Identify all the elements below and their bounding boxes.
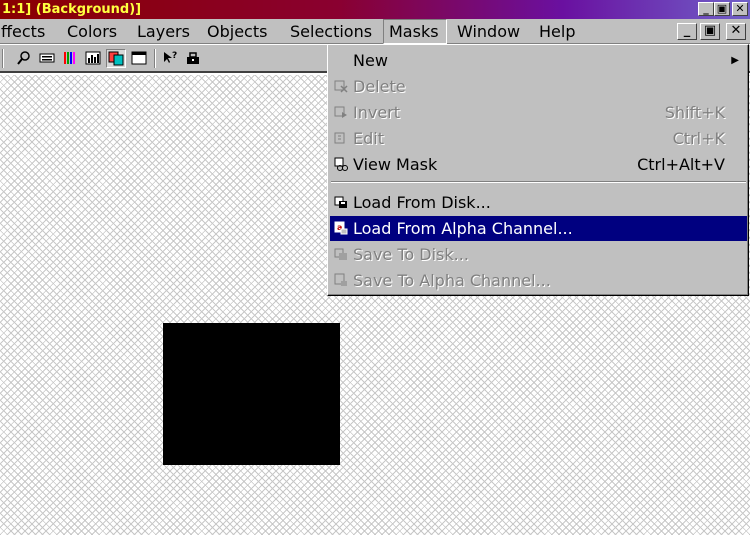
toolbox-icon[interactable] (183, 49, 203, 68)
menu-selections-label: Selections (290, 22, 373, 41)
menu-item-invert-label: Invert (353, 103, 401, 122)
delete-mask-icon (334, 79, 348, 93)
window-title: 1:1] (Background)] (2, 2, 142, 17)
menu-window[interactable]: Window (452, 19, 525, 44)
menu-item-view-mask[interactable]: View Mask Ctrl+Alt+V (330, 152, 747, 177)
menu-colors-label: Colors (67, 22, 118, 41)
menu-item-delete-label: Delete (353, 77, 406, 96)
black-rectangle-shape (163, 323, 340, 465)
masks-menu: New ▶ Delete Invert Shift+K Edit Ctrl+K … (327, 44, 749, 296)
restore-button[interactable]: ▣ (714, 2, 730, 16)
toolbar-separator (154, 49, 156, 68)
edit-mask-icon (334, 131, 348, 145)
menu-colors[interactable]: Colors (62, 19, 122, 44)
save-to-alpha-channel-icon (334, 273, 348, 287)
menu-objects-label: Objects (207, 22, 268, 41)
menu-separator (331, 181, 746, 183)
layers-icon[interactable] (106, 49, 126, 68)
save-to-disk-icon (334, 247, 348, 261)
menu-layers[interactable]: Layers (132, 19, 195, 44)
load-from-alpha-channel-icon: a (334, 221, 348, 235)
magnifier-icon[interactable] (14, 49, 34, 68)
submenu-arrow-icon: ▶ (731, 55, 739, 66)
keyboard-icon[interactable] (37, 49, 57, 68)
menu-masks-label: Masks (389, 22, 439, 41)
color-bars-icon[interactable] (60, 49, 80, 68)
help-pointer-icon[interactable]: ? (160, 49, 180, 68)
menu-item-view-mask-shortcut: Ctrl+Alt+V (637, 155, 725, 174)
window-icon[interactable] (129, 49, 149, 68)
menu-item-load-from-alpha-channel-label: Load From Alpha Channel... (353, 219, 573, 238)
menu-bar: ffects Colors Layers Objects Selections … (0, 19, 750, 44)
doc-minimize-button[interactable]: _ (677, 23, 697, 40)
menu-item-edit-label: Edit (353, 129, 384, 148)
load-from-disk-icon (334, 195, 348, 209)
menu-masks[interactable]: Masks (383, 19, 447, 44)
menu-objects[interactable]: Objects (202, 19, 272, 44)
menu-selections[interactable]: Selections (285, 19, 377, 44)
menu-item-load-from-alpha-channel[interactable]: a Load From Alpha Channel... (330, 216, 747, 241)
menu-item-edit-shortcut: Ctrl+K (672, 129, 725, 148)
menu-item-load-from-disk[interactable]: Load From Disk... (330, 190, 747, 215)
menu-item-load-from-disk-label: Load From Disk... (353, 193, 491, 212)
close-button[interactable]: ✕ (732, 2, 748, 16)
menu-item-save-to-disk[interactable]: Save To Disk... (330, 242, 747, 267)
toolbar-separator (2, 49, 4, 68)
menu-effects-label: ffects (1, 22, 46, 41)
menu-item-save-to-disk-label: Save To Disk... (353, 245, 469, 264)
menu-item-delete[interactable]: Delete (330, 74, 747, 99)
doc-close-button[interactable]: ✕ (726, 23, 746, 40)
menu-item-save-to-alpha-channel[interactable]: Save To Alpha Channel... (330, 268, 747, 293)
menu-item-new[interactable]: New ▶ (330, 48, 747, 73)
view-mask-icon (334, 157, 348, 171)
menu-effects[interactable]: ffects (0, 19, 50, 44)
menu-item-view-mask-label: View Mask (353, 155, 438, 174)
menu-item-invert[interactable]: Invert Shift+K (330, 100, 747, 125)
title-bar: 1:1] (Background)] (0, 0, 750, 19)
menu-help[interactable]: Help (534, 19, 580, 44)
menu-item-edit[interactable]: Edit Ctrl+K (330, 126, 747, 151)
menu-item-invert-shortcut: Shift+K (664, 103, 725, 122)
svg-text:?: ? (172, 51, 177, 61)
menu-layers-label: Layers (137, 22, 190, 41)
histogram-icon[interactable] (83, 49, 103, 68)
menu-item-save-to-alpha-channel-label: Save To Alpha Channel... (353, 271, 551, 290)
menu-item-new-label: New (353, 51, 388, 70)
minimize-button[interactable]: _ (698, 2, 714, 16)
menu-window-label: Window (457, 22, 521, 41)
doc-restore-button[interactable]: ▣ (700, 23, 720, 40)
menu-help-label: Help (539, 22, 576, 41)
invert-mask-icon (334, 105, 348, 119)
